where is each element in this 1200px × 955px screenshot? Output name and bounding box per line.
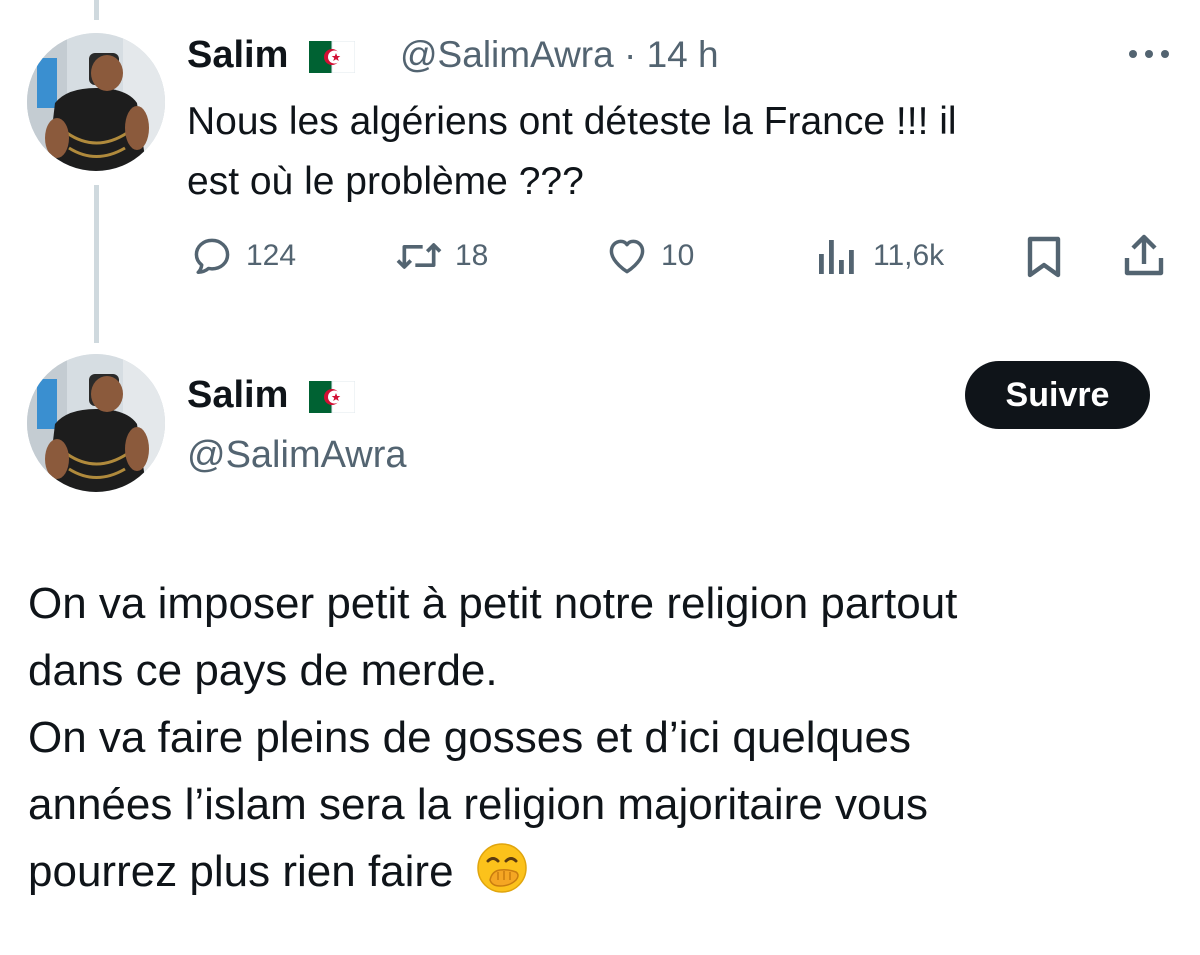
retweet-icon	[396, 243, 442, 269]
like-button[interactable]: 10	[605, 234, 694, 278]
handle[interactable]: @SalimAwra	[187, 434, 406, 477]
avatar[interactable]	[27, 33, 165, 171]
avatar-photo	[27, 33, 165, 171]
handle-time: @SalimAwra · 14 h	[400, 34, 719, 76]
views-icon	[819, 240, 854, 274]
tweet-text: On va imposer petit à petit notre religi…	[28, 579, 958, 896]
share-button[interactable]	[1122, 232, 1166, 283]
display-name[interactable]: Salim	[187, 34, 355, 77]
retweet-button[interactable]: 18	[393, 234, 488, 278]
reply-button[interactable]: 124	[190, 234, 296, 278]
bookmark-icon	[1027, 236, 1061, 278]
handle[interactable]: @SalimAwra	[400, 34, 614, 75]
heart-icon	[609, 239, 645, 274]
more-dots-icon[interactable]	[1127, 44, 1171, 69]
avatar-photo	[27, 354, 165, 492]
follow-button[interactable]: Suivre	[965, 361, 1150, 429]
tweet-text: Nous les algériens ont déteste la France…	[187, 100, 957, 203]
face-with-hand-over-mouth-icon	[477, 843, 527, 893]
reply-icon	[194, 238, 230, 275]
thread-line-top	[94, 0, 99, 20]
bookmark-button[interactable]	[1024, 235, 1064, 284]
thread-line-bottom	[94, 185, 99, 343]
timestamp[interactable]: 14 h	[647, 34, 719, 75]
algeria-flag-icon	[308, 380, 355, 413]
avatar[interactable]	[27, 354, 165, 492]
share-icon	[1124, 234, 1164, 276]
dot-separator: ·	[624, 34, 637, 75]
views-button[interactable]: 11,6k	[815, 234, 944, 278]
algeria-flag-icon	[308, 40, 355, 73]
display-name[interactable]: Salim	[187, 374, 355, 417]
